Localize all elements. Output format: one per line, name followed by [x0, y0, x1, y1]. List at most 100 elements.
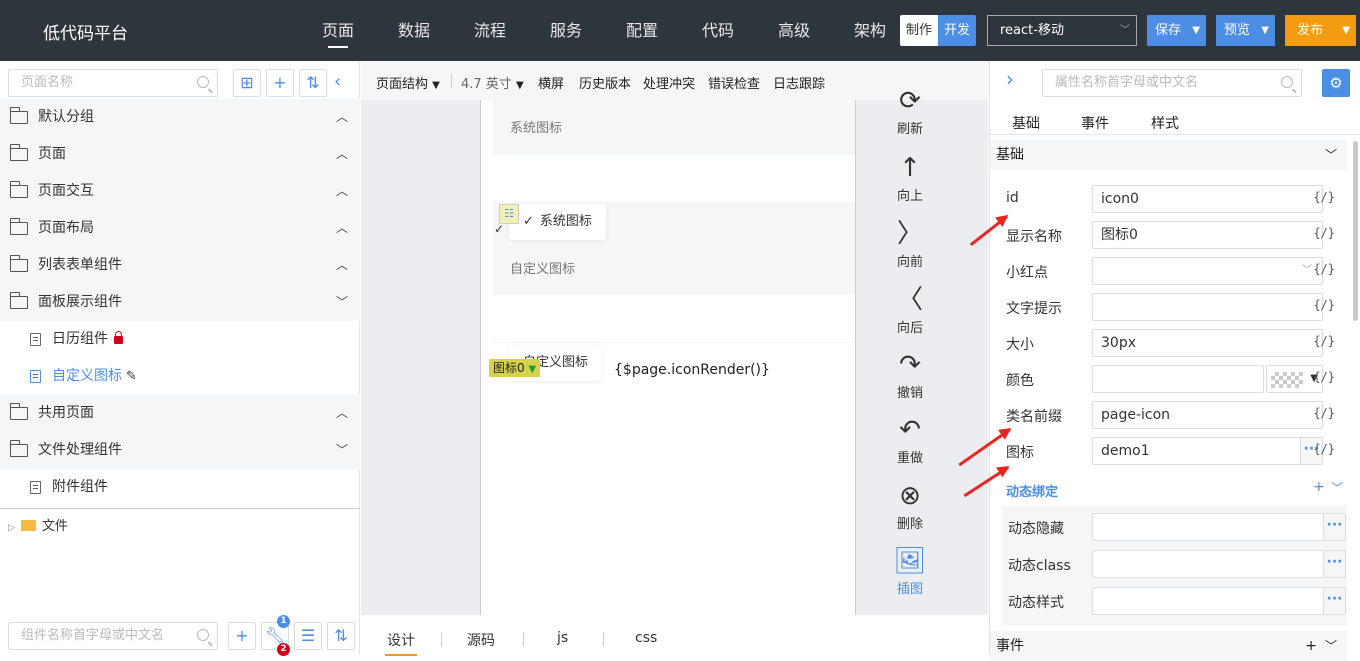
chevron-down-icon[interactable]: ﹀	[336, 284, 348, 321]
more-icon[interactable]: ···	[1323, 551, 1345, 577]
bind-expression-button[interactable]: {/}	[1313, 226, 1335, 240]
tree-item-custom-icon[interactable]: 自定义图标 ✎	[0, 358, 360, 395]
redo-button[interactable]: ↶ 重做	[880, 413, 940, 466]
move-back-button[interactable]: 〈向后	[880, 283, 940, 336]
nav-page[interactable]: 页面	[300, 0, 376, 61]
mode-make-button[interactable]: 制作	[900, 15, 938, 46]
undo-button[interactable]: ↷ 撤销	[880, 348, 940, 401]
tab-css[interactable]: css	[635, 630, 657, 646]
publish-button[interactable]: 发布 ▼	[1285, 15, 1356, 46]
tab-js[interactable]: js	[557, 630, 568, 646]
settings-button[interactable]: ⚙	[1322, 69, 1350, 97]
chevron-up-icon[interactable]: ︿	[336, 136, 348, 173]
add-page-button[interactable]: +	[266, 69, 294, 97]
tab-design[interactable]: 设计	[385, 630, 417, 656]
nav-architecture[interactable]: 架构	[832, 0, 908, 61]
tab-events[interactable]: 事件	[1081, 113, 1109, 133]
sort-components-button[interactable]: ⇅	[327, 622, 355, 650]
prop-size-input[interactable]: 30px	[1092, 329, 1323, 357]
insert-image-button[interactable]: 🖼︎ 插图	[880, 544, 940, 597]
add-folder-button[interactable]: ⊞	[233, 69, 261, 97]
prop-color-input[interactable]	[1092, 365, 1264, 393]
bind-expression-button[interactable]: {/}	[1313, 442, 1335, 456]
move-up-button[interactable]: ↑ 向上	[880, 151, 940, 204]
pencil-icon[interactable]: ✎	[126, 358, 137, 395]
tab-style[interactable]: 样式	[1151, 113, 1179, 133]
refresh-button[interactable]: ⟳ 刷新	[880, 84, 940, 137]
save-button[interactable]: 保存 ▼	[1147, 15, 1206, 46]
error-check-button[interactable]: 错误检查	[708, 73, 760, 92]
prop-display-name-input[interactable]: 图标0	[1092, 221, 1323, 249]
chevron-down-icon[interactable]: ﹀	[1325, 631, 1337, 661]
delete-button[interactable]: ⊗ 删除	[880, 479, 940, 532]
chevron-down-icon[interactable]: ﹀	[1325, 140, 1337, 170]
tree-group-page[interactable]: 页面 ︿	[0, 136, 360, 173]
expand-right-icon[interactable]: ›	[1006, 67, 1014, 91]
add-component-button[interactable]: +	[228, 622, 256, 650]
chevron-up-icon[interactable]: ︿	[336, 173, 348, 210]
prop-icon-input[interactable]: demo1 ···	[1092, 437, 1323, 465]
chevron-down-icon[interactable]: ﹀	[1331, 479, 1343, 496]
page-search-input[interactable]: 页面名称	[8, 69, 218, 97]
scrollbar[interactable]	[1353, 141, 1358, 321]
prop-red-dot-select[interactable]: ﹀	[1092, 257, 1323, 285]
move-forward-button[interactable]: 〉向前	[880, 217, 940, 270]
chevron-up-icon[interactable]: ︿	[336, 99, 348, 136]
section-basic-header[interactable]: 基础 ﹀	[990, 140, 1347, 170]
tab-source[interactable]: 源码	[467, 630, 495, 650]
more-icon[interactable]: ···	[1323, 588, 1345, 614]
conflict-button[interactable]: 处理冲突	[643, 73, 695, 92]
tree-group-file[interactable]: 文件处理组件 ﹀	[0, 432, 360, 469]
device-select[interactable]: react-移动 ﹀	[987, 15, 1137, 46]
chevron-up-icon[interactable]: ︿	[336, 395, 348, 432]
nav-data[interactable]: 数据	[376, 0, 452, 61]
tree-group-list-form[interactable]: 列表表单组件 ︿	[0, 247, 360, 284]
bind-expression-button[interactable]: {/}	[1313, 370, 1335, 384]
prop-dynamic-style-input[interactable]: ···	[1092, 587, 1346, 615]
log-trace-button[interactable]: 日志跟踪	[773, 73, 825, 92]
screen-size-dropdown[interactable]: 4.7 英寸 ▼	[461, 73, 524, 92]
selected-icon-tag[interactable]: 图标0 ▼	[489, 359, 541, 377]
nav-code[interactable]: 代码	[680, 0, 756, 61]
landscape-button[interactable]: 横屏	[538, 73, 564, 92]
component-search-input[interactable]: 组件名称首字母或中文名	[8, 622, 218, 650]
system-icon-section[interactable]: 系统图标	[493, 100, 855, 155]
bind-expression-button[interactable]: {/}	[1313, 298, 1335, 312]
tree-group-shared[interactable]: 共用页面 ︿	[0, 395, 360, 432]
component-list-icon[interactable]: ☷	[499, 204, 519, 224]
prop-class-prefix-input[interactable]: page-icon	[1092, 401, 1323, 429]
chevron-down-icon[interactable]: ﹀	[336, 432, 348, 469]
chevron-up-icon[interactable]: ︿	[336, 210, 348, 247]
section-events-header[interactable]: 事件 + ﹀	[990, 631, 1347, 661]
chevron-up-icon[interactable]: ︿	[336, 247, 348, 284]
bind-expression-button[interactable]: {/}	[1313, 262, 1335, 276]
prop-dynamic-class-input[interactable]: ···	[1092, 550, 1346, 578]
prop-tooltip-input[interactable]	[1092, 293, 1323, 321]
history-button[interactable]: 历史版本	[579, 73, 631, 92]
tab-basic[interactable]: 基础	[1012, 113, 1040, 133]
caret-down-icon[interactable]: ▼	[1261, 15, 1269, 46]
tree-group-layout[interactable]: 页面布局 ︿	[0, 210, 360, 247]
tree-group-panel-display[interactable]: 面板展示组件 ﹀	[0, 284, 360, 321]
tree-item-calendar[interactable]: 日历组件	[0, 321, 360, 358]
preview-button[interactable]: 预览 ▼	[1216, 15, 1275, 46]
bind-expression-button[interactable]: {/}	[1313, 406, 1335, 420]
caret-down-icon[interactable]: ▼	[1342, 15, 1350, 46]
plus-icon[interactable]: +	[1313, 479, 1325, 495]
bind-expression-button[interactable]: {/}	[1313, 190, 1335, 204]
caret-down-icon[interactable]: ▼	[1192, 15, 1200, 46]
more-icon[interactable]: ···	[1323, 514, 1345, 540]
tree-item-attachment[interactable]: 附件组件	[0, 469, 360, 506]
collapse-left-icon[interactable]: ‹	[334, 69, 341, 95]
tree-group-interaction[interactable]: 页面交互 ︿	[0, 173, 360, 210]
property-search-input[interactable]: 属性名称首字母或中文名	[1042, 69, 1302, 97]
nav-advanced[interactable]: 高级	[756, 0, 832, 61]
tree-group-default[interactable]: 默认分组 ︿	[0, 99, 360, 136]
file-tree-root[interactable]: ▷ 文件	[8, 515, 68, 534]
drag-card-system-icon[interactable]: ✓ 系统图标	[509, 204, 606, 240]
nav-config[interactable]: 配置	[604, 0, 680, 61]
nav-flow[interactable]: 流程	[452, 0, 528, 61]
prop-id-input[interactable]: icon0	[1092, 185, 1323, 213]
indent-button[interactable]: ☰	[294, 622, 322, 650]
mode-dev-button[interactable]: 开发	[938, 15, 976, 46]
